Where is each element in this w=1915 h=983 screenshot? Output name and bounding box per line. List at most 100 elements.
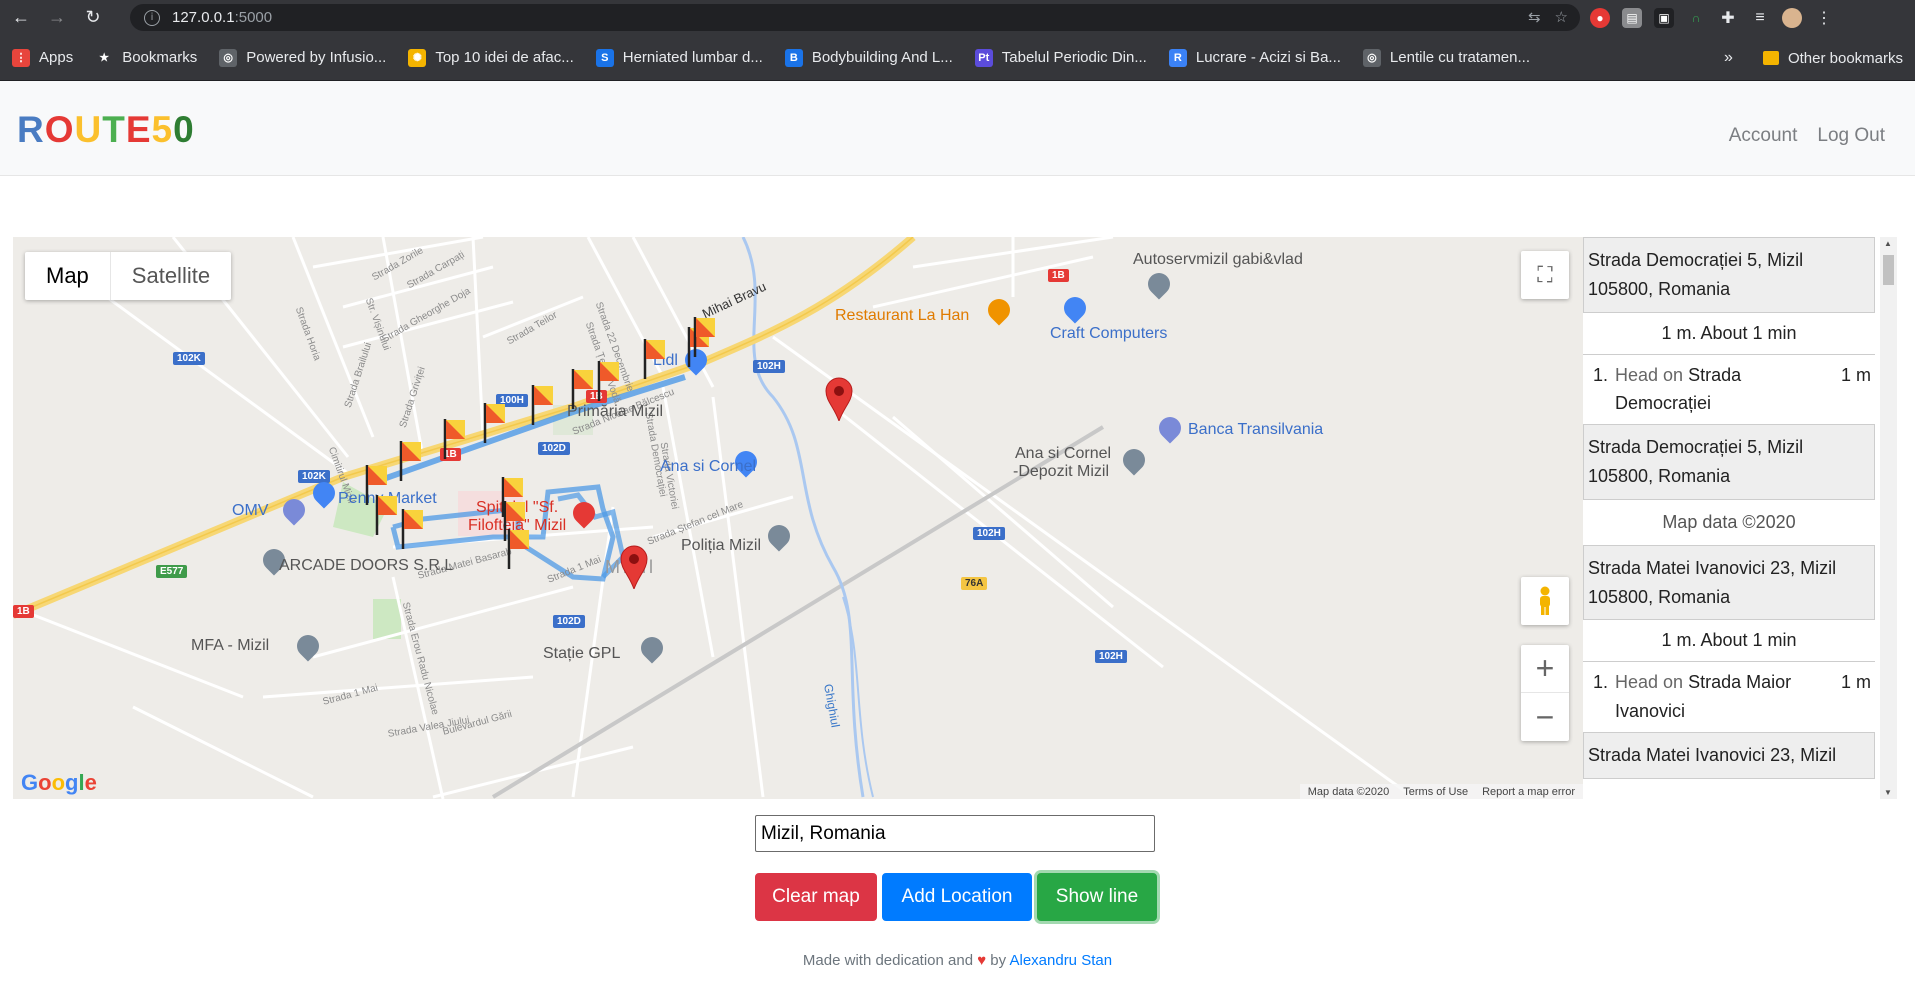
fullscreen-icon[interactable]: ⛶: [1521, 251, 1569, 299]
forward-icon[interactable]: →: [42, 3, 72, 33]
report-error-link[interactable]: Report a map error: [1482, 786, 1575, 798]
extension-box-icon[interactable]: ▤: [1622, 7, 1642, 28]
zoom-in-icon[interactable]: +: [1521, 645, 1569, 693]
scrollbar-thumb[interactable]: [1883, 255, 1894, 285]
place-label[interactable]: OMV: [232, 502, 268, 520]
account-link[interactable]: Account: [1729, 125, 1798, 147]
waypoint-flag-icon[interactable]: [443, 417, 467, 459]
extension-headphones-icon[interactable]: ∩: [1686, 8, 1706, 28]
bookmark-item[interactable]: ◎ Lentile cu tratamen...: [1362, 48, 1530, 67]
place-label[interactable]: Ana si Cornel: [660, 458, 756, 476]
browser-toolbar: ← → ↻ i 127.0.0.1:5000 ⇆ ☆ ● ▤ ▣ ∩ ✚ ≡ ⋮: [0, 0, 1915, 35]
place-label[interactable]: Restaurant La Han: [835, 307, 969, 325]
bookmark-label: Powered by Infusio...: [246, 49, 387, 66]
extensions-puzzle-icon[interactable]: ✚: [1718, 8, 1738, 28]
bookmark-item[interactable]: ✺ Top 10 idei de afac...: [408, 48, 574, 67]
bookmark-item[interactable]: Pt Tabelul Periodic Din...: [974, 48, 1147, 67]
step-distance: 1 m: [1840, 672, 1871, 693]
map-canvas[interactable]: Strada Zorile Strada Carpați Str. Vișinu…: [13, 237, 1583, 799]
bookmark-label: Apps: [39, 49, 74, 66]
directions-address[interactable]: Strada Democrației 5, Mizil 105800, Roma…: [1583, 237, 1875, 313]
waypoint-flag-icon[interactable]: [571, 367, 595, 409]
other-bookmarks-label[interactable]: Other bookmarks: [1788, 50, 1903, 67]
bookmark-favicon-icon: S: [595, 48, 614, 67]
extension-lock-icon[interactable]: ▣: [1654, 7, 1674, 28]
info-icon[interactable]: i: [144, 9, 160, 26]
reload-icon[interactable]: ↻: [78, 3, 108, 33]
directions-address[interactable]: Strada Matei Ivanovici 23, Mizil 105800,…: [1583, 544, 1875, 621]
place-label[interactable]: Autoservmizil gabi&vlad: [1133, 251, 1303, 269]
place-label[interactable]: MFA - Mizil: [191, 637, 269, 655]
footer-by: by: [990, 952, 1007, 969]
marker-pin-icon[interactable]: [824, 377, 854, 421]
waypoint-flag-icon[interactable]: [507, 527, 531, 569]
place-label[interactable]: -Depozit Mizil: [1013, 463, 1109, 481]
place-label[interactable]: Craft Computers: [1050, 325, 1167, 343]
directions-address[interactable]: Strada Democrației 5, Mizil 105800, Roma…: [1583, 424, 1875, 500]
map-type-map[interactable]: Map: [25, 252, 110, 300]
waypoint-flag-icon[interactable]: [401, 507, 425, 549]
back-icon[interactable]: ←: [6, 3, 36, 33]
place-label[interactable]: ARCADE DOORS S.R.L: [279, 557, 453, 575]
step-distance: 1 m: [1840, 364, 1871, 385]
bookmarks-overflow-icon[interactable]: »: [1724, 49, 1733, 67]
directions-address[interactable]: Strada Matei Ivanovici 23, Mizil: [1583, 731, 1875, 779]
place-label[interactable]: Banca Transilvania: [1188, 421, 1323, 439]
google-letter: G: [21, 770, 39, 795]
url-host: 127.0.0.1: [172, 9, 235, 26]
scroll-up-icon[interactable]: ▲: [1884, 239, 1892, 248]
step-number: 1.: [1593, 364, 1609, 385]
bookmark-item[interactable]: ★ Bookmarks: [95, 49, 197, 67]
road-shield: 1B: [13, 605, 34, 618]
zoom-out-icon[interactable]: −: [1521, 693, 1569, 741]
reading-list-icon[interactable]: ≡: [1750, 8, 1770, 28]
add-location-button[interactable]: Add Location: [882, 873, 1032, 921]
bookmark-star-icon[interactable]: ☆: [1555, 8, 1568, 26]
bookmark-favicon-icon: R: [1168, 48, 1187, 67]
directions-step[interactable]: 1. Head on Strada Democrației 1 m: [1583, 353, 1875, 425]
profile-avatar[interactable]: [1782, 7, 1802, 28]
extension-red-icon[interactable]: ●: [1590, 7, 1610, 28]
clear-map-button[interactable]: Clear map: [755, 873, 877, 921]
waypoint-flag-icon[interactable]: [483, 401, 507, 443]
place-label[interactable]: Ana si Cornel: [1015, 445, 1111, 463]
translate-icon[interactable]: ⇆: [1528, 8, 1541, 26]
bookmark-item[interactable]: S Herniated lumbar d...: [595, 48, 763, 67]
bookmark-item[interactable]: B Bodybuilding And L...: [784, 48, 953, 67]
directions-scrollbar[interactable]: ▲ ▼: [1880, 237, 1897, 799]
waypoint-flag-icon[interactable]: [693, 315, 717, 357]
map-type-satellite[interactable]: Satellite: [109, 252, 231, 300]
other-bookmarks[interactable]: » Other bookmarks: [1724, 35, 1903, 81]
bookmark-item[interactable]: R Lucrare - Acizi si Ba...: [1168, 48, 1341, 67]
waypoint-flag-icon[interactable]: [643, 337, 667, 379]
map-data-text: Map data ©2020: [1307, 785, 1390, 798]
road-shield: 102H: [753, 360, 785, 373]
waypoint-flag-icon[interactable]: [399, 439, 423, 481]
logout-link[interactable]: Log Out: [1817, 125, 1885, 147]
waypoint-flag-icon[interactable]: [531, 383, 555, 425]
directions-step[interactable]: 1. Head on Strada Maior Ivanovici 1 m: [1583, 661, 1875, 732]
marker-pin-icon[interactable]: [619, 545, 649, 589]
road-shield: 76A: [961, 577, 988, 590]
location-input[interactable]: [755, 815, 1155, 852]
waypoint-flag-icon[interactable]: [597, 359, 621, 401]
bookmark-label: Tabelul Periodic Din...: [1001, 49, 1147, 66]
bookmark-item[interactable]: ⋮ Apps: [12, 48, 74, 67]
footer-text: Made with dedication and: [802, 952, 974, 969]
terms-link[interactable]: Terms of Use: [1403, 786, 1468, 798]
pegman-icon[interactable]: [1521, 577, 1569, 625]
scroll-down-icon[interactable]: ▼: [1884, 788, 1892, 797]
brand-logo[interactable]: ROUTE50: [17, 109, 195, 151]
bookmark-label: Lentile cu tratamen...: [1389, 49, 1530, 66]
chrome-menu-icon[interactable]: ⋮: [1814, 8, 1834, 28]
waypoint-flag-icon[interactable]: [375, 493, 399, 535]
address-bar[interactable]: i 127.0.0.1:5000 ⇆ ☆: [130, 4, 1580, 31]
folder-icon: [1762, 51, 1779, 65]
brand-letter: E: [125, 109, 152, 150]
google-letter: o: [38, 770, 52, 795]
author-link[interactable]: Alexandru Stan: [1009, 952, 1112, 969]
bookmark-item[interactable]: ◎ Powered by Infusio...: [219, 48, 387, 67]
show-line-button[interactable]: Show line: [1037, 873, 1157, 921]
place-label[interactable]: Stație GPL: [543, 645, 620, 663]
place-label[interactable]: Poliția Mizil: [681, 537, 761, 555]
